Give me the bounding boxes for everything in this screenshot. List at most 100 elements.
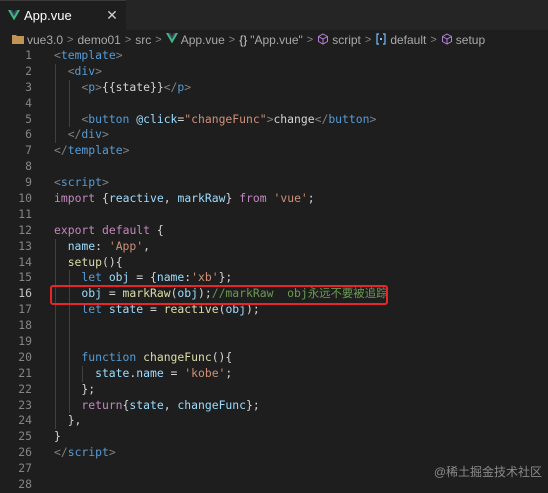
folder-icon <box>12 33 24 47</box>
breadcrumb-item[interactable]: vue3.0 <box>27 33 63 47</box>
breadcrumb: vue3.0 > demo01 > src > App.vue >{} "App.vue" > sc… <box>0 30 548 50</box>
code-token: < <box>54 48 61 62</box>
indent-guide <box>55 254 56 271</box>
code-line: 6 </div> <box>0 127 548 144</box>
code-token: ; <box>307 191 315 206</box>
code-text: }; <box>81 382 95 398</box>
code-token: < <box>67 63 75 78</box>
bracket-icon <box>375 32 387 48</box>
code-line: 23 return{state, changeFunc}; <box>0 397 548 414</box>
cube-icon <box>441 32 453 48</box>
code-token: }; <box>218 270 233 285</box>
line-number: 19 <box>18 334 32 349</box>
line-number: 24 <box>18 413 32 428</box>
line-number: 14 <box>18 254 32 269</box>
line-number: 17 <box>18 302 32 317</box>
code-token: default <box>102 222 151 237</box>
indent-guide <box>68 318 70 335</box>
indent-guide <box>55 381 56 398</box>
breadcrumb-item[interactable]: src <box>135 33 151 47</box>
code-token: obj <box>108 270 130 285</box>
breadcrumb-item[interactable]: "App.vue" <box>250 33 303 47</box>
indent-guide <box>55 318 56 335</box>
code-line: 10 import {reactive, markRaw} from 'vue'; <box>0 191 548 207</box>
code-token: </ <box>54 445 68 460</box>
code-line: 14 setup(){ <box>0 254 548 271</box>
line-number: 10 <box>18 191 32 206</box>
code-token: > <box>115 48 123 62</box>
code-token: script <box>60 175 103 190</box>
code-token: 'App' <box>108 238 144 253</box>
code-token: = { <box>129 270 157 285</box>
code-token: button <box>328 111 370 126</box>
breadcrumb-separator: > <box>228 34 236 46</box>
code-token: state <box>95 365 130 380</box>
code-line: 13 name: 'App', <box>0 238 548 255</box>
breadcrumb-item[interactable]: App.vue <box>181 33 225 47</box>
indent-guide <box>68 381 70 398</box>
indent-guide <box>68 270 70 287</box>
code-text: setup(){ <box>68 255 123 271</box>
code-token: changeFunc <box>177 397 246 412</box>
code-token: : <box>95 238 109 253</box>
indent-guide <box>55 127 56 144</box>
code-token: name <box>67 238 96 253</box>
code-token: export <box>54 222 96 237</box>
indent-guide <box>68 334 70 350</box>
breadcrumb-separator: > <box>67 34 74 46</box>
code-token: 'kobe' <box>184 365 226 380</box>
code-token: { <box>95 191 109 206</box>
line-number: 12 <box>18 222 32 237</box>
line-number: 3 <box>25 79 32 94</box>
code-line: 18 <box>0 318 548 335</box>
code-token: = <box>163 365 185 380</box>
indent-guide <box>55 365 56 382</box>
line-number: 9 <box>25 175 32 190</box>
code-token: } <box>225 191 240 206</box>
code-token: 'vue' <box>273 191 308 206</box>
vue-icon <box>165 33 178 47</box>
code-token: < <box>54 175 61 190</box>
line-number: 8 <box>25 159 32 174</box>
code-token: template <box>67 143 123 158</box>
line-number: 18 <box>18 318 32 333</box>
code-text: function changeFunc(){ <box>81 350 232 366</box>
watermark: @稀土掘金技术社区 <box>433 465 542 479</box>
tab-app-vue[interactable]: App.vue ✕ <box>0 0 126 30</box>
breadcrumb-item[interactable]: script <box>332 33 361 47</box>
breadcrumb-item[interactable]: default <box>390 33 426 47</box>
tab-label: App.vue <box>24 8 72 23</box>
line-number: 1 <box>25 48 32 62</box>
code-line: 1 <template> <box>0 48 548 64</box>
code-token: > <box>95 63 102 78</box>
code-token: change <box>273 111 315 126</box>
code-text: </script> <box>54 445 116 461</box>
code-token: template <box>60 48 116 62</box>
close-icon[interactable]: ✕ <box>105 7 119 23</box>
breadcrumb-separator: > <box>306 34 314 46</box>
indent-guide <box>55 349 56 366</box>
line-number: 4 <box>25 95 32 110</box>
line-number: 26 <box>18 445 32 460</box>
code-token: </ <box>163 79 178 94</box>
code-token: (){ <box>101 254 123 269</box>
code-line: 22}; <box>0 381 548 398</box>
indent-guide <box>55 95 56 112</box>
code-line: 4 <box>0 95 548 112</box>
code-token: name <box>156 270 185 285</box>
code-token: > <box>108 445 116 460</box>
code-token: import <box>54 191 96 206</box>
code-text: import {reactive, markRaw} from 'vue'; <box>54 191 315 207</box>
code-line: 12 export default { <box>0 223 548 239</box>
breadcrumb-item[interactable]: setup <box>456 33 485 47</box>
code-editor[interactable]: 1 <template> 2 <div> 3 <p>{{state}}</p> 4 5 <but… <box>0 48 548 493</box>
line-number: 11 <box>18 206 32 221</box>
breadcrumb-item[interactable]: demo01 <box>77 33 120 47</box>
code-token: , <box>143 238 150 253</box>
code-token: }; <box>81 381 96 396</box>
code-line: 8 <box>0 159 548 175</box>
code-token: > <box>102 175 109 190</box>
code-line: 19 <box>0 334 548 350</box>
